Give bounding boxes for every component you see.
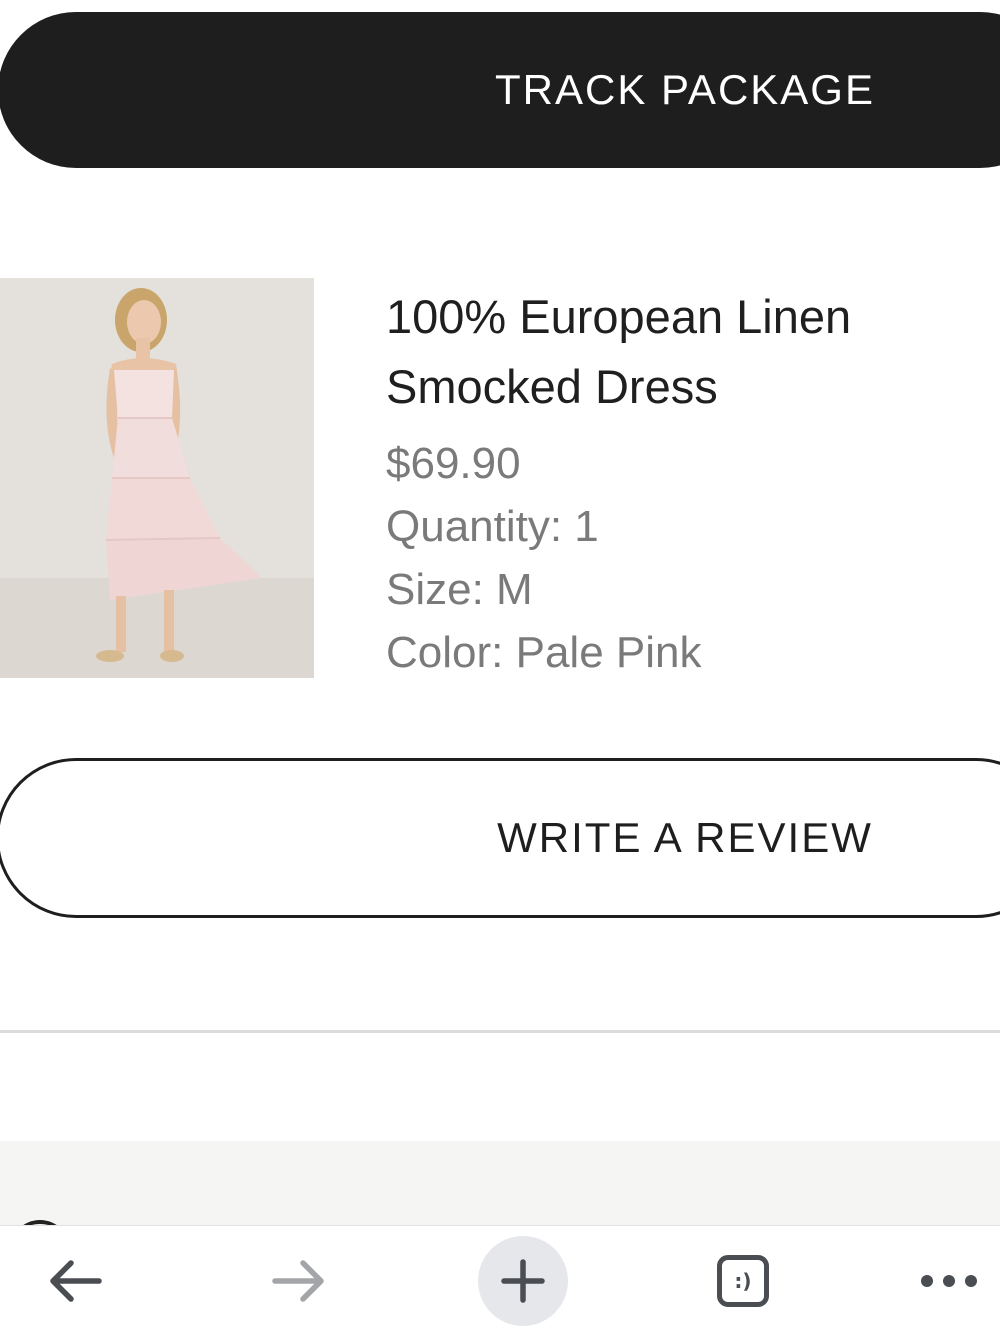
tabs-icon: :) <box>717 1255 769 1307</box>
tabs-glyph: :) <box>734 1269 752 1293</box>
dress-photo-illustration <box>0 278 314 678</box>
more-menu-button[interactable] <box>904 1236 994 1326</box>
product-color: Color: Pale Pink <box>386 628 702 677</box>
tabs-button[interactable]: :) <box>698 1236 788 1326</box>
more-icon <box>921 1275 977 1287</box>
product-title[interactable]: 100% European Linen Smocked Dress <box>386 282 1000 422</box>
plus-icon <box>501 1259 545 1303</box>
order-details-page: TRACK PACKAGE 100% European Linen Smocke… <box>0 0 1000 1333</box>
browser-toolbar: :) <box>0 1225 1000 1333</box>
forward-button[interactable] <box>254 1236 344 1326</box>
track-package-label[interactable]: TRACK PACKAGE <box>440 12 930 168</box>
section-divider <box>0 1030 1000 1033</box>
product-price: $69.90 <box>386 439 521 488</box>
product-image[interactable] <box>0 278 314 678</box>
arrow-right-icon <box>272 1260 324 1302</box>
arrow-left-icon <box>50 1260 102 1302</box>
product-info: 100% European Linen Smocked Dress $69.90… <box>386 282 1000 684</box>
write-review-label[interactable]: WRITE A REVIEW <box>440 758 930 918</box>
back-button[interactable] <box>30 1236 120 1326</box>
product-size: Size: M <box>386 565 533 614</box>
footer-section <box>0 1141 1000 1231</box>
product-quantity: Quantity: 1 <box>386 502 599 551</box>
new-tab-button[interactable] <box>478 1236 568 1326</box>
